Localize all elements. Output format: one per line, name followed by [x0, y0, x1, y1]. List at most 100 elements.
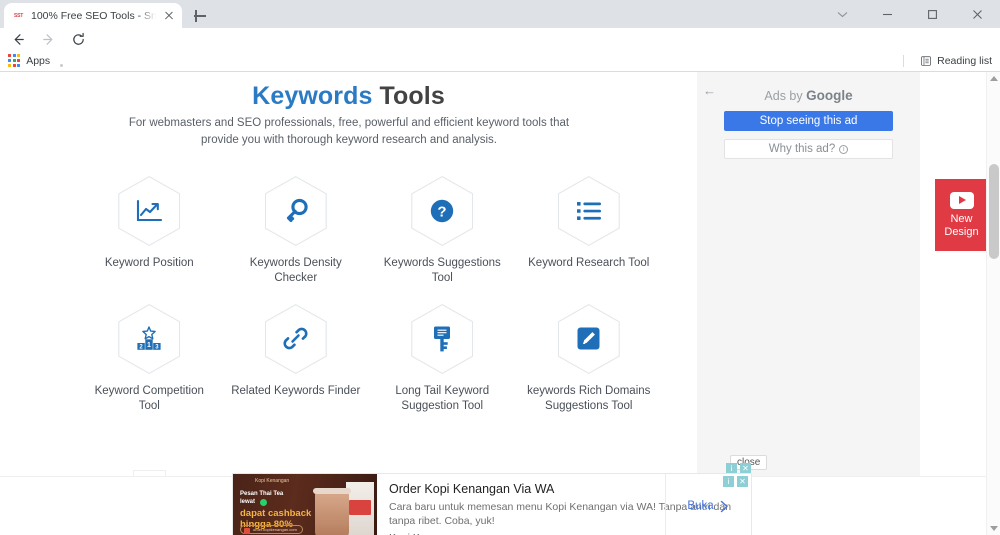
bottom-ad-bar: close i ✕ Kopi Kenangan Pesan Thai Tea l… [0, 476, 1000, 535]
smallseotools-favicon-icon: SST [12, 9, 25, 22]
reading-list-button[interactable]: Reading list [920, 50, 992, 72]
youtube-badge-label: New Design [944, 213, 978, 239]
bookmarks-separator [903, 55, 904, 67]
page-title-rest: Tools [372, 82, 444, 110]
bookmark-placeholder [60, 64, 63, 67]
svg-text:?: ? [438, 204, 447, 221]
youtube-badge-line2: Design [944, 226, 978, 238]
tool-label: Related Keywords Finder [230, 384, 362, 399]
tool-label: keywords Rich Domains Suggestions Tool [523, 384, 655, 414]
tool-label: Keyword Research Tool [523, 256, 655, 271]
ad-creative-line1: Pesan Thai Tea [240, 491, 283, 497]
stop-seeing-ad-button[interactable]: Stop seeing this ad [724, 111, 893, 131]
browser-nav-bar: smallseotools.com [0, 28, 1000, 50]
page-subtitle: For webmasters and SEO professionals, fr… [118, 115, 580, 149]
tool-keyword-competition[interactable]: 1 2 3 Keyword Competition Tool [76, 304, 223, 414]
ads-by-prefix: Ads by [764, 89, 806, 103]
window-controls [820, 0, 1000, 28]
list-icon [576, 200, 602, 222]
podium-star-icon: 1 2 3 [135, 326, 163, 352]
tool-hexagon [411, 304, 473, 374]
tool-hexagon [265, 304, 327, 374]
youtube-badge-line1: New [950, 213, 972, 225]
ad-cta-button[interactable]: Buka [665, 474, 751, 535]
scrollbar-up-arrow-icon[interactable] [990, 76, 998, 81]
tool-related-keywords-finder[interactable]: Related Keywords Finder [223, 304, 370, 414]
tool-label: Long Tail Keyword Suggestion Tool [376, 384, 508, 414]
ad-creative-box-label [349, 500, 371, 515]
tool-keyword-position[interactable]: Keyword Position [76, 176, 223, 286]
bookmarks-bar: Apps Reading list [0, 50, 1000, 72]
page-title: Keywords Tools [0, 82, 697, 111]
scrollbar-thumb[interactable] [989, 164, 999, 259]
ad-creative-headline1: dapat cashback [240, 508, 311, 519]
back-button[interactable] [4, 27, 32, 51]
tab-title: 100% Free SEO Tools - SmallSEO [31, 10, 156, 22]
youtube-play-icon [950, 192, 974, 209]
tool-hexagon [118, 176, 180, 246]
tool-hexagon [558, 304, 620, 374]
new-tab-button[interactable] [190, 6, 210, 26]
minimize-icon[interactable] [865, 0, 910, 28]
apps-shortcut[interactable]: Apps [8, 54, 50, 66]
chart-trend-up-icon [136, 199, 162, 223]
why-this-ad-label: Why this ad? [769, 143, 835, 155]
page-content: Keywords Tools For webmasters and SEO pr… [0, 72, 697, 535]
chevron-down-icon[interactable] [820, 0, 865, 28]
ad-creative-cup [315, 492, 349, 535]
tool-hexagon [558, 176, 620, 246]
tool-keywords-suggestions[interactable]: ? Keywords Suggestions Tool [369, 176, 516, 286]
browser-tab[interactable]: SST 100% Free SEO Tools - SmallSEO [4, 3, 182, 28]
forward-button[interactable] [34, 27, 62, 51]
chevron-right-icon [719, 500, 730, 513]
tool-label: Keywords Density Checker [230, 256, 362, 286]
whatsapp-icon [260, 499, 267, 506]
ad-creative-image: Kopi Kenangan Pesan Thai Tea lewat dapat… [233, 474, 377, 535]
pencil-edit-icon [576, 326, 601, 351]
tool-hexagon: ? [411, 176, 473, 246]
link-chain-icon [282, 325, 309, 352]
browser-window: SST 100% Free SEO Tools - SmallSEO [0, 0, 1000, 535]
ad-creative-url-pill: order.kopikenangan.com [240, 525, 303, 534]
maximize-icon[interactable] [910, 0, 955, 28]
reading-list-label: Reading list [937, 55, 992, 67]
why-this-ad-button[interactable]: Why this ad? i [724, 139, 893, 159]
browser-title-bar: SST 100% Free SEO Tools - SmallSEO [0, 0, 1000, 28]
key-icon [283, 198, 309, 224]
ad-creative-line2: lewat [240, 499, 255, 505]
tool-long-tail-keyword-suggestion[interactable]: Long Tail Keyword Suggestion Tool [369, 304, 516, 414]
close-window-icon[interactable] [955, 0, 1000, 28]
ads-by-google-label: Ads by Google [697, 88, 920, 103]
nav-buttons [4, 27, 92, 51]
tool-label: Keywords Suggestions Tool [376, 256, 508, 286]
tools-row-1: Keyword Position Keywo [0, 176, 697, 286]
page-title-highlight: Keywords [252, 82, 372, 110]
ad-cta-label: Buka [687, 500, 713, 512]
scrollbar-down-arrow-icon[interactable] [990, 526, 998, 531]
tool-keywords-rich-domains[interactable]: keywords Rich Domains Suggestions Tool [516, 304, 663, 414]
ad-controls-panel: ← Ads by Google Stop seeing this ad Why … [697, 72, 920, 476]
svg-text:1: 1 [147, 342, 151, 349]
key-document-icon [430, 325, 454, 353]
google-wordmark: Google [806, 88, 853, 103]
page-scrollbar[interactable] [986, 72, 1000, 535]
ad-text-body: Order Kopi Kenangan Via WA Cara baru unt… [377, 474, 751, 535]
ad-creative-logo: Kopi Kenangan [255, 478, 289, 484]
youtube-new-design-badge[interactable]: New Design [935, 179, 988, 251]
right-margin [920, 72, 992, 476]
tools-grid: Keyword Position Keywo [0, 176, 697, 414]
page-viewport: ← Ads by Google Stop seeing this ad Why … [0, 72, 1000, 535]
tool-label: Keyword Position [83, 256, 215, 271]
reload-button[interactable] [64, 27, 92, 51]
tool-hexagon: 1 2 3 [118, 304, 180, 374]
apps-label: Apps [26, 55, 50, 67]
tool-keyword-research[interactable]: Keyword Research Tool [516, 176, 663, 286]
tool-label: Keyword Competition Tool [83, 384, 215, 414]
question-circle-icon: ? [429, 198, 455, 224]
tool-keywords-density-checker[interactable]: Keywords Density Checker [223, 176, 370, 286]
tools-row-2: 1 2 3 Keyword Competition Tool [0, 304, 697, 414]
info-icon: i [839, 145, 848, 154]
tool-hexagon [265, 176, 327, 246]
bottom-ad-banner[interactable]: Kopi Kenangan Pesan Thai Tea lewat dapat… [232, 473, 752, 535]
close-tab-icon[interactable] [162, 9, 176, 23]
